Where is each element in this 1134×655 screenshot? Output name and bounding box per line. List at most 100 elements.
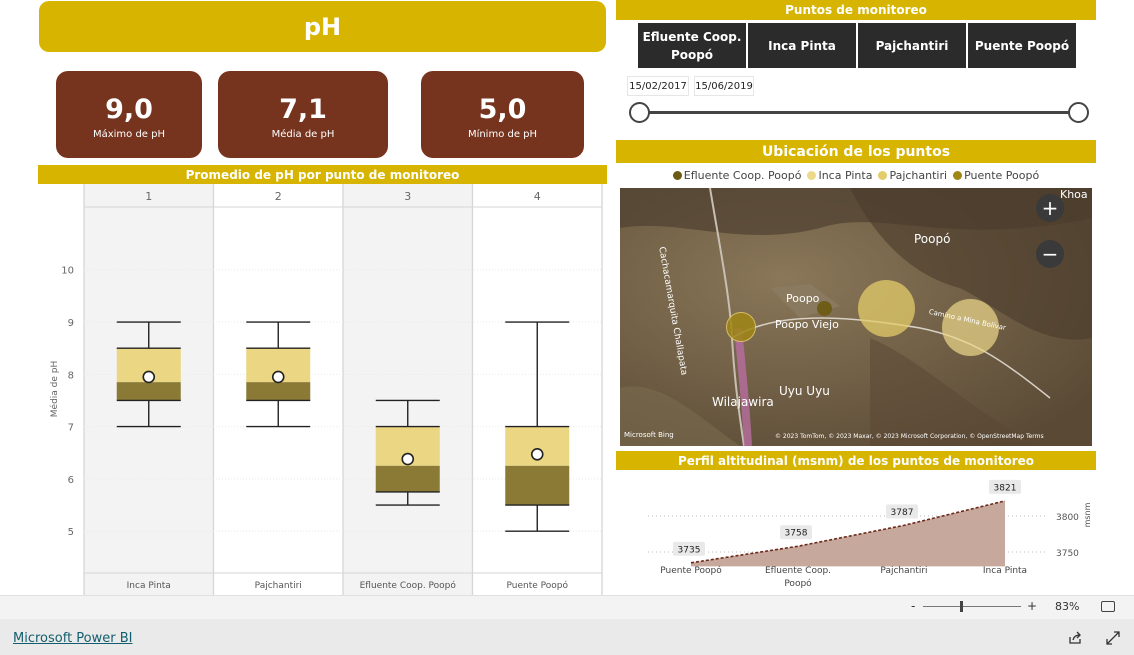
y-tick-label: 3800 [1056,513,1079,523]
date-start-field[interactable]: 15/02/2017 [627,76,689,96]
legend-label: Inca Pinta [818,169,873,182]
power-bi-link[interactable]: Microsoft Power BI [13,631,132,646]
legend-item[interactable]: Puente Poopó [953,169,1039,182]
zoom-level: 83% [1055,600,1080,613]
panel-shade [343,184,473,595]
mean-marker [142,370,156,384]
box-lower [375,465,440,492]
fullscreen-icon[interactable] [1106,631,1120,645]
y-tick-label: 5 [68,527,74,538]
kpi-max-label: Máximo de pH [92,129,166,140]
footer [0,619,1134,655]
point-button-inca-pinta[interactable]: Inca Pinta [748,23,856,68]
mean-marker [401,452,415,466]
date-slider-track[interactable] [639,111,1079,114]
x-tick-label: Efluente Coop. [765,566,831,576]
boxplot-title: Promedio de pH por punto de monitoreo [38,165,607,184]
data-label: 3787 [891,508,914,518]
kpi-card-mean: 7,1 Média de pH [218,71,388,158]
kpi-min-value: 5,0 [478,94,527,125]
map-bubble-puente-poopo[interactable] [726,312,756,342]
legend-item[interactable]: Pajchantiri [878,169,947,182]
y-tick-label: 3750 [1056,549,1079,559]
map-bubble-pajchantiri[interactable] [858,280,915,337]
y-tick-label: 9 [68,318,74,329]
y-tick-label: 8 [68,370,74,381]
legend-dot-icon [807,171,817,180]
panel-label: 1 [145,190,152,203]
legend-label: Puente Poopó [964,169,1040,182]
y-tick-label: 7 [68,423,74,434]
y-tick-label: 10 [61,266,74,277]
category-label: Puente Poopó [507,580,569,591]
page-title: pH [39,1,606,52]
x-tick-label: Poopó [784,578,812,589]
y-axis-label: Média de pH [49,361,60,417]
map-label-poopo: Poopó [914,232,951,246]
legend-dot-icon [878,171,888,180]
date-slider-start-handle[interactable] [629,102,650,123]
mean-marker [271,370,285,384]
bing-logo: Microsoft Bing [624,431,674,439]
map-legend: Efluente Coop. Poopó Inca Pinta Pajchant… [616,169,1096,182]
map-label-uyu-uyu: Uyu Uyu [779,384,830,398]
map-view[interactable]: Poopó Poopo Poopo Viejo Uyu Uyu Wilajawi… [620,188,1092,446]
x-tick-label: Pajchantiri [880,566,927,576]
fit-to-page-icon[interactable] [1101,601,1115,612]
y-tick-label: 6 [68,475,74,486]
ph-boxplot-chart[interactable]: 5 6 7 8 9 10 Média de pH 1 Inca Pinta 2 Pajchantir… [38,184,607,595]
date-slider-end-handle[interactable] [1068,102,1089,123]
x-tick-label: Puente Poopó [660,565,722,576]
zoom-slider-handle[interactable] [960,601,963,612]
zoom-out-button[interactable]: - [911,599,915,613]
point-button-puente-poopo[interactable]: Puente Poopó [968,23,1076,68]
kpi-mean-value: 7,1 [279,94,327,125]
share-icon[interactable] [1068,631,1082,645]
y-axis-label: msnm [1083,502,1092,527]
altitude-area [691,500,1005,567]
zoom-slider[interactable] [923,606,1021,607]
altitude-profile-chart[interactable]: 3750 3800 msnm 3735 3758 3787 3821 Puente Poopó… [616,472,1096,594]
x-tick-label: Inca Pinta [983,566,1027,576]
kpi-card-min: 5,0 Mínimo de pH [421,71,584,158]
legend-item[interactable]: Efluente Coop. Poopó [672,169,802,182]
slicer-title: Puntos de monitoreo [616,0,1096,20]
legend-item[interactable]: Inca Pinta [807,169,872,182]
panel-label: 4 [534,190,541,203]
legend-dot-icon [672,171,682,180]
mean-marker [530,448,544,461]
point-button-efluente[interactable]: Efluente Coop. Poopó [638,23,746,68]
box-lower [116,382,181,401]
panel-label: 2 [275,190,282,203]
panel-label: 3 [404,190,411,203]
box-lower [246,382,311,401]
profile-title: Perfil altitudinal (msnm) de los puntos … [616,451,1096,470]
map-label-wilajawira: Wilajawira [712,395,774,409]
kpi-mean-label: Média de pH [271,129,335,140]
map-label-khoa: Khoa [1060,188,1088,201]
status-bar [0,595,1134,619]
data-label: 3821 [994,483,1017,493]
map-terrain [620,188,1092,446]
category-label: Pajchantiri [255,581,302,591]
map-attribution[interactable]: © 2023 TomTom, © 2023 Maxar, © 2023 Micr… [775,433,1044,440]
point-button-pajchantiri[interactable]: Pajchantiri [858,23,966,68]
kpi-max-value: 9,0 [105,94,153,125]
legend-label: Efluente Coop. Poopó [683,169,802,182]
category-label: Inca Pinta [127,581,171,591]
map-label-poopo-town: Poopo [786,292,820,305]
map-title: Ubicación de los puntos [616,140,1096,163]
date-end-field[interactable]: 15/06/2019 [694,76,754,96]
legend-label: Pajchantiri [889,169,948,182]
kpi-min-label: Mínimo de pH [467,129,538,140]
map-label-poopo-viejo: Poopo Viejo [775,318,839,331]
zoom-in-button[interactable]: + [1027,599,1037,613]
data-label: 3758 [785,529,808,539]
map-zoom-out-button[interactable]: − [1036,240,1064,268]
legend-dot-icon [953,171,963,180]
data-label: 3735 [678,545,701,555]
kpi-card-max: 9,0 Máximo de pH [56,71,202,158]
category-label: Efluente Coop. Poopó [360,580,457,591]
map-zoom-in-button[interactable]: + [1036,194,1064,222]
box-lower [505,465,570,506]
